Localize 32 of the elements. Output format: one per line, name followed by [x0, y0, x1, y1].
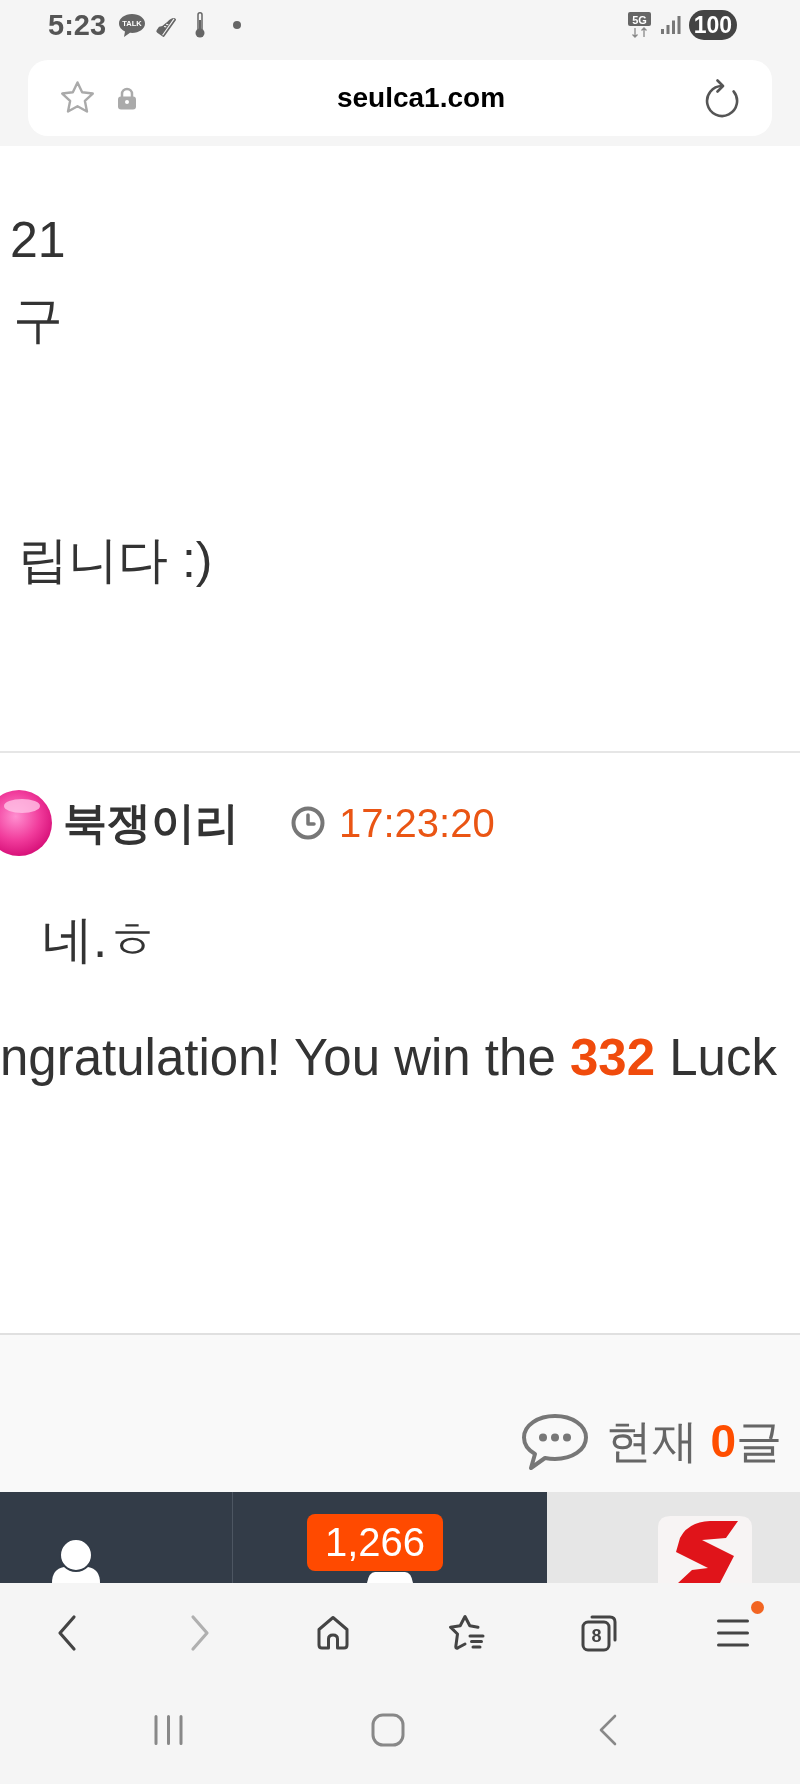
tabs-button[interactable]: 8 — [575, 1607, 625, 1658]
comment-count: 현재 0글 — [605, 1414, 782, 1470]
thermometer-icon — [195, 12, 206, 38]
comment-time: 17:23:20 — [339, 803, 495, 843]
post-text: 21 — [10, 211, 66, 270]
signal-icon — [660, 16, 681, 34]
home-icon[interactable] — [371, 1713, 405, 1747]
back-icon[interactable] — [598, 1714, 618, 1746]
menu-icon — [717, 1617, 750, 1648]
home-icon — [316, 1615, 351, 1650]
author-name[interactable]: 북쟁이리 — [63, 801, 239, 845]
speech-bubble-icon — [519, 1412, 590, 1472]
back-icon — [56, 1613, 77, 1652]
reload-icon[interactable] — [705, 78, 740, 118]
dot-icon — [233, 21, 242, 29]
forward-icon — [190, 1613, 210, 1652]
recent-apps-icon[interactable] — [153, 1715, 183, 1745]
nav-tab[interactable] — [0, 1492, 233, 1583]
address-bar[interactable]: seulca1.com — [28, 60, 772, 136]
comment-text: ngratulation! You win the 332 Luck — [0, 1028, 777, 1089]
battery-level: 100 — [688, 10, 737, 40]
clock-icon — [291, 806, 325, 840]
clock-time: 5:23 — [48, 10, 107, 40]
tabs-icon — [581, 1613, 619, 1652]
post-text: 구 — [13, 291, 63, 350]
post-text: 립니다 :) — [18, 531, 213, 590]
count-badge: 1,266 — [307, 1514, 443, 1571]
url-text[interactable]: seulca1.com — [336, 84, 506, 112]
bookmarks-icon — [447, 1614, 486, 1651]
lock-icon — [117, 86, 137, 110]
avatar-icon — [0, 790, 52, 856]
comment-text: 네.ㅎ — [42, 910, 159, 971]
